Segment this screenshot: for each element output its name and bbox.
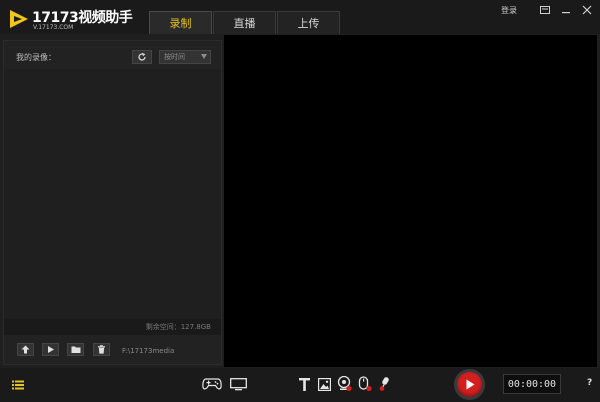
- play-icon: [466, 379, 474, 390]
- image-overlay-button[interactable]: [317, 377, 331, 391]
- tab-record[interactable]: 录制: [149, 11, 212, 34]
- open-folder-button[interactable]: [67, 343, 84, 356]
- recordings-header: 我的录像： 按时间: [4, 47, 221, 67]
- close-button[interactable]: [580, 4, 594, 16]
- sort-select[interactable]: 按时间: [159, 50, 211, 64]
- recordings-toolbar: F:\17173media: [4, 341, 221, 361]
- close-icon: [582, 5, 592, 15]
- bottom-toolbar: 00:00:00 ?: [0, 368, 600, 402]
- play-icon: [48, 346, 54, 353]
- monitor-icon: [229, 377, 247, 390]
- record-button-face: [457, 372, 482, 397]
- gamepad-icon: [202, 378, 222, 390]
- refresh-button[interactable]: [132, 50, 152, 64]
- save-path: F:\17173media: [122, 347, 175, 355]
- microphone-button[interactable]: [378, 376, 392, 392]
- record-button[interactable]: [454, 369, 485, 400]
- upload-button[interactable]: [17, 343, 34, 356]
- app-window: 17173视频助手 V.17173.COM 录制 直播 上传 登录 我的录像： …: [0, 0, 600, 402]
- list-button[interactable]: [12, 380, 24, 390]
- webcam-button[interactable]: [337, 376, 352, 392]
- free-space-bar: 剩余空间：127.8GB: [4, 319, 221, 335]
- webcam-icon: [337, 376, 352, 392]
- refresh-icon: [138, 52, 146, 61]
- tab-live[interactable]: 直播: [213, 11, 276, 34]
- app-url: V.17173.COM: [33, 24, 74, 31]
- folder-icon: [71, 346, 80, 353]
- main-tabs: 录制 直播 上传: [149, 11, 341, 34]
- chevron-down-icon: [201, 54, 207, 59]
- play-button[interactable]: [42, 343, 59, 356]
- recordings-panel: 我的录像： 按时间 剩余空间：127.8GB F:\17173media: [3, 40, 222, 365]
- login-link[interactable]: 登录: [501, 5, 517, 16]
- menu-button[interactable]: [538, 4, 552, 16]
- image-icon: [317, 377, 331, 391]
- trash-icon: [98, 345, 105, 354]
- minimize-icon: [562, 12, 570, 14]
- screen-capture-button[interactable]: [229, 377, 247, 391]
- menu-icon: [540, 6, 550, 14]
- text-icon: [298, 377, 310, 391]
- mouse-icon: [358, 376, 372, 392]
- microphone-icon: [379, 377, 389, 391]
- title-bar: 17173视频助手 V.17173.COM 录制 直播 上传 登录: [0, 0, 600, 34]
- sort-selected-value: 按时间: [164, 53, 185, 61]
- delete-button[interactable]: [93, 343, 110, 356]
- recording-timer: 00:00:00: [503, 374, 561, 394]
- mouse-cursor-button[interactable]: [358, 376, 372, 392]
- preview-area: [224, 35, 597, 367]
- recordings-list[interactable]: [4, 69, 221, 319]
- free-space-text: 剩余空间：127.8GB: [145, 323, 211, 331]
- game-capture-button[interactable]: [202, 377, 222, 391]
- logo-play-icon: [10, 10, 28, 28]
- help-button[interactable]: ?: [587, 378, 592, 388]
- upload-icon: [21, 345, 30, 354]
- list-icon: [12, 380, 24, 390]
- minimize-button[interactable]: [559, 4, 573, 16]
- text-overlay-button[interactable]: [298, 377, 310, 391]
- app-logo: 17173视频助手 V.17173.COM: [8, 6, 133, 32]
- recordings-title: 我的录像：: [16, 53, 56, 62]
- tab-upload[interactable]: 上传: [277, 11, 340, 34]
